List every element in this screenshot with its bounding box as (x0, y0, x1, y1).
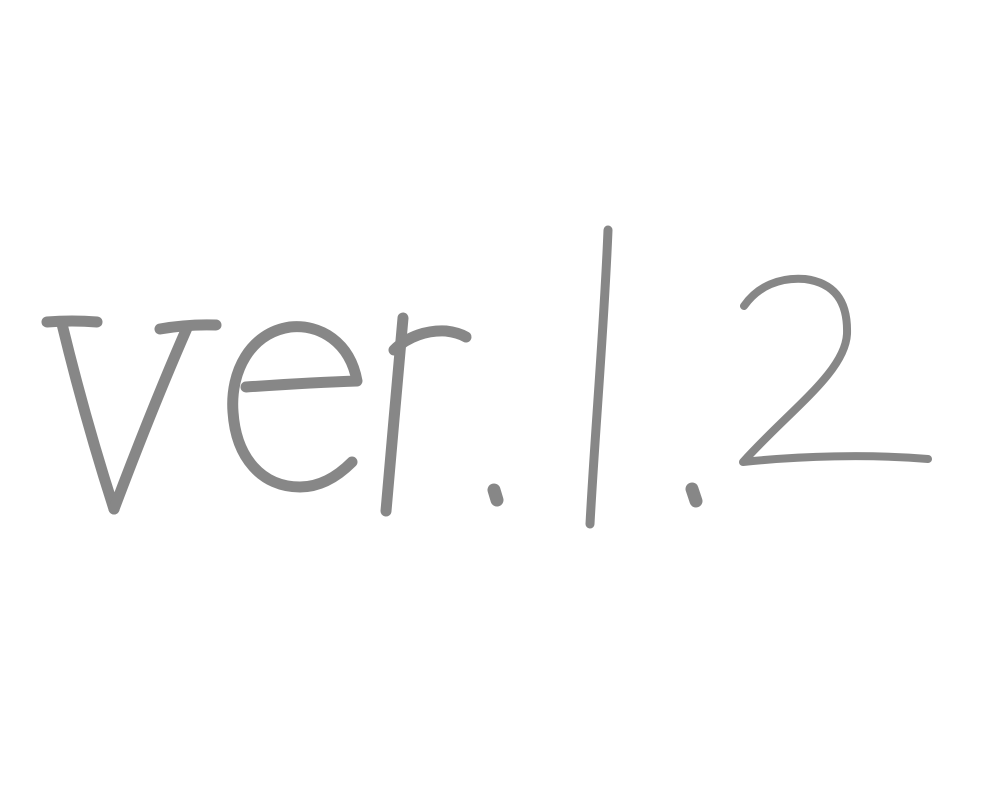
stroke-e (227, 321, 363, 493)
stroke-v-left-arm (56, 318, 120, 515)
canvas: ver.1.2 (0, 0, 1000, 800)
stroke-v-serif-right (154, 319, 222, 335)
stroke-dot-2 (685, 482, 703, 508)
stroke-v-right-arm (108, 322, 193, 515)
stroke-one (585, 225, 613, 529)
stroke-dot-1 (487, 483, 504, 507)
ink-strokes (41, 225, 932, 529)
stroke-two (739, 274, 932, 466)
stroke-v-serif-left (41, 315, 103, 328)
handwritten-version-label (41, 225, 932, 529)
